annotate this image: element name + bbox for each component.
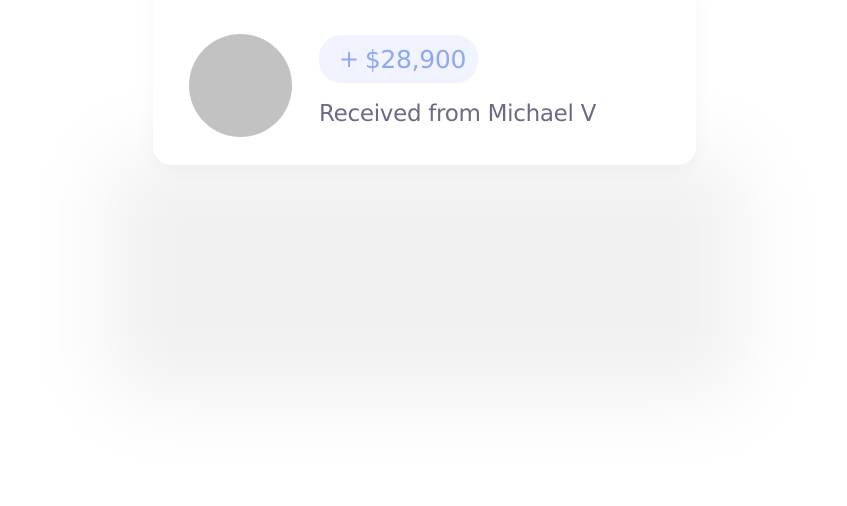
canvas: + $28,900 Received from Michael V: [0, 0, 847, 506]
amount-badge: + $28,900: [319, 35, 479, 83]
amount-value: $28,900: [364, 44, 467, 74]
transaction-description: Received from Michael V: [319, 101, 597, 127]
transaction-card[interactable]: + $28,900 Received from Michael V: [153, 0, 696, 165]
amount-sign: +: [339, 45, 359, 73]
card-shadow: [105, 150, 745, 400]
avatar: [189, 34, 292, 137]
